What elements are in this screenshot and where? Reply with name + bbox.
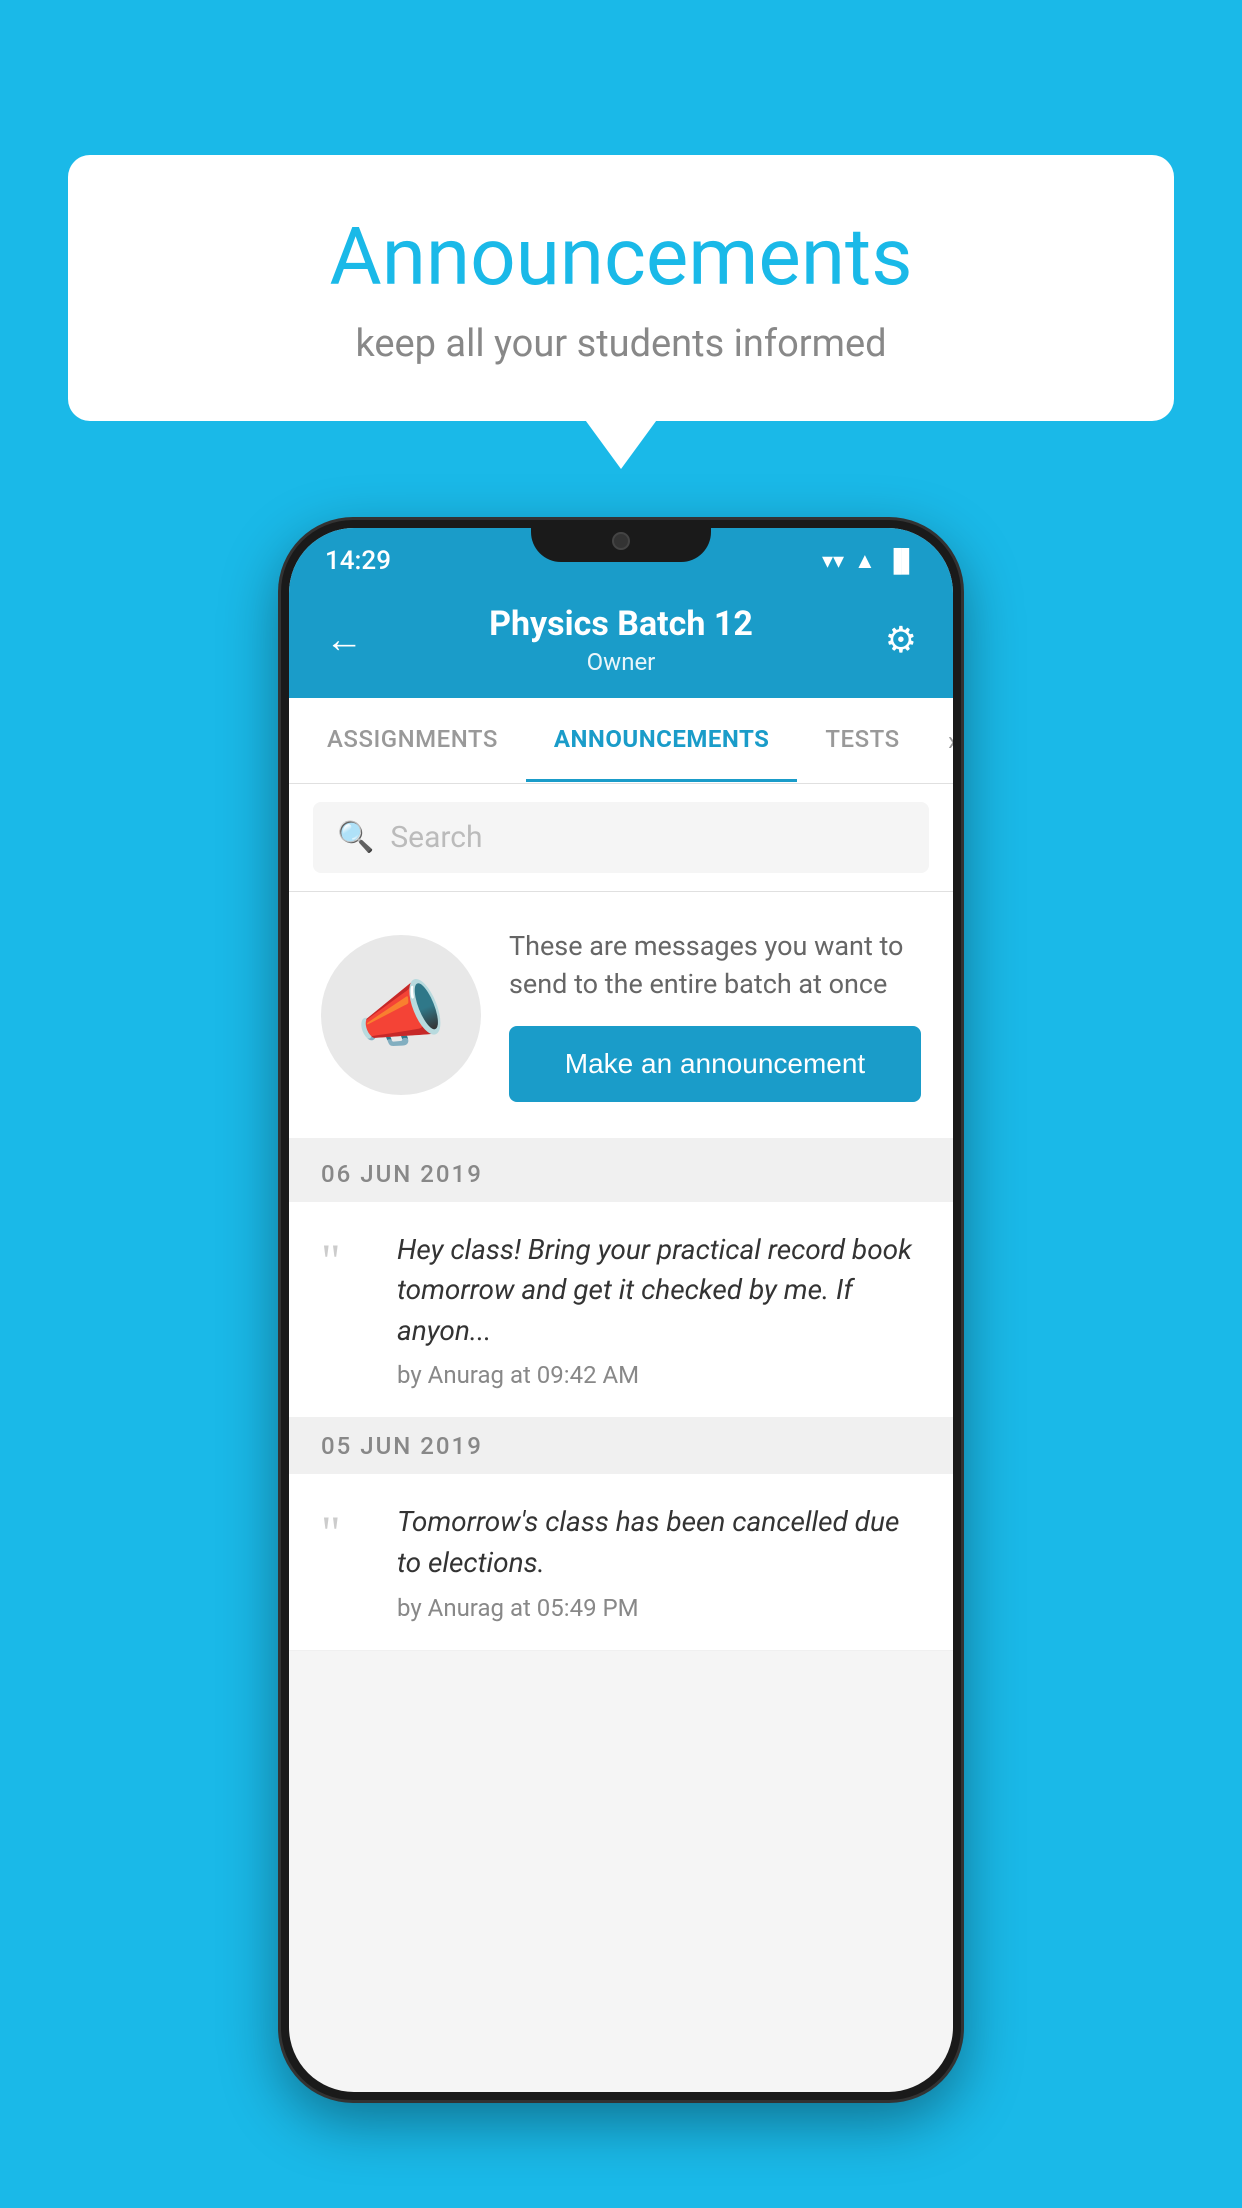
announcement-item-1[interactable]: " Hey class! Bring your practical record… (289, 1202, 953, 1419)
quote-icon-2: " (321, 1510, 373, 1621)
battery-icon: ▐▌ (886, 548, 917, 574)
user-role: Owner (375, 648, 867, 676)
date-separator-1: 06 JUN 2019 (289, 1146, 953, 1202)
search-icon: 🔍 (337, 820, 374, 855)
tab-announcements[interactable]: ANNOUNCEMENTS (526, 699, 798, 782)
phone-mockup: 14:29 ▾▾ ▲ ▐▌ ← Physics Batch 12 Owner ⚙… (281, 520, 961, 2100)
back-button[interactable]: ← (325, 618, 375, 662)
settings-button[interactable]: ⚙ (867, 619, 917, 661)
search-placeholder: Search (390, 820, 482, 855)
wifi-icon: ▾▾ (822, 549, 844, 574)
announcement-meta-2: by Anurag at 05:49 PM (397, 1594, 921, 1622)
signal-icon: ▲ (854, 548, 876, 574)
announcement-content-1: Hey class! Bring your practical record b… (397, 1230, 921, 1390)
announcement-content-2: Tomorrow's class has been cancelled due … (397, 1502, 921, 1621)
announcement-text-2: Tomorrow's class has been cancelled due … (397, 1502, 921, 1583)
make-announcement-button[interactable]: Make an announcement (509, 1026, 921, 1102)
tab-bar: ASSIGNMENTS ANNOUNCEMENTS TESTS › (289, 698, 953, 784)
cta-description: These are messages you want to send to t… (509, 928, 921, 1004)
speech-bubble-title: Announcements (128, 210, 1114, 304)
date-separator-2: 05 JUN 2019 (289, 1418, 953, 1474)
status-time: 14:29 (325, 546, 391, 576)
megaphone-icon: 📣 (356, 972, 446, 1057)
search-input-wrapper[interactable]: 🔍 Search (313, 802, 929, 873)
speech-bubble: Announcements keep all your students inf… (68, 155, 1174, 421)
search-container: 🔍 Search (289, 784, 953, 892)
announcement-cta-card: 📣 These are messages you want to send to… (289, 892, 953, 1146)
announcement-meta-1: by Anurag at 09:42 AM (397, 1361, 921, 1389)
batch-title: Physics Batch 12 (375, 604, 867, 644)
phone-frame: 14:29 ▾▾ ▲ ▐▌ ← Physics Batch 12 Owner ⚙… (281, 520, 961, 2100)
app-header: ← Physics Batch 12 Owner ⚙ (289, 586, 953, 698)
quote-icon-1: " (321, 1238, 373, 1390)
header-center: Physics Batch 12 Owner (375, 604, 867, 676)
tab-assignments[interactable]: ASSIGNMENTS (299, 699, 526, 782)
speech-bubble-container: Announcements keep all your students inf… (68, 155, 1174, 421)
tab-more-icon[interactable]: › (928, 698, 953, 783)
phone-screen: 14:29 ▾▾ ▲ ▐▌ ← Physics Batch 12 Owner ⚙… (289, 528, 953, 2092)
megaphone-circle: 📣 (321, 935, 481, 1095)
status-icons: ▾▾ ▲ ▐▌ (822, 548, 917, 574)
speech-bubble-subtitle: keep all your students informed (128, 322, 1114, 366)
cta-right: These are messages you want to send to t… (509, 928, 921, 1102)
front-camera (612, 532, 630, 550)
announcement-item-2[interactable]: " Tomorrow's class has been cancelled du… (289, 1474, 953, 1650)
announcement-text-1: Hey class! Bring your practical record b… (397, 1230, 921, 1352)
phone-notch (531, 520, 711, 562)
tab-tests[interactable]: TESTS (797, 699, 927, 782)
